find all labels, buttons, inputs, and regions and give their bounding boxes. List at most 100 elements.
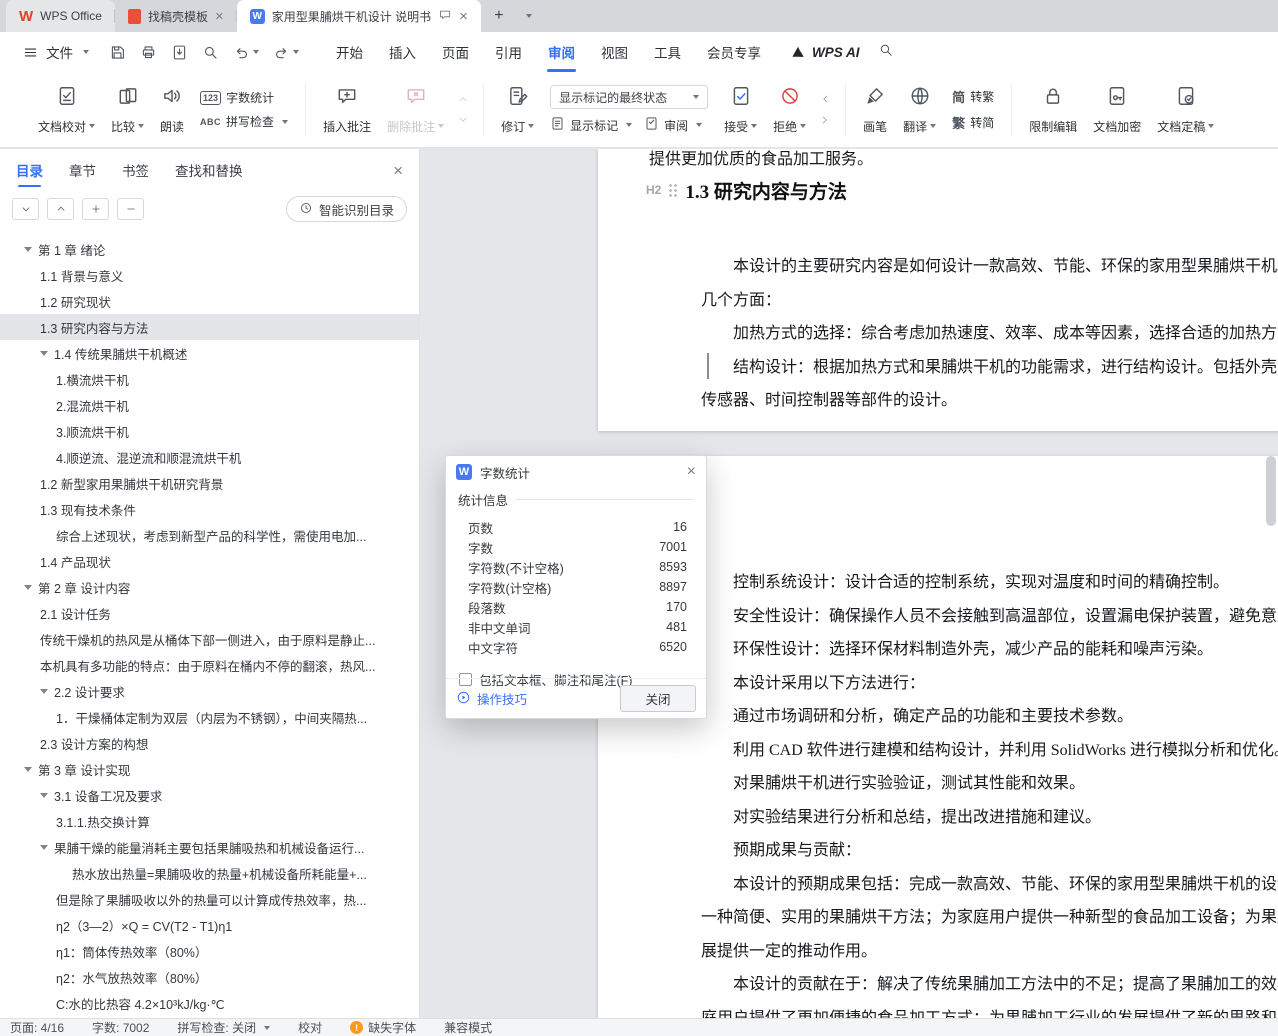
menu-item[interactable]: 工具 — [641, 32, 694, 72]
undo-button[interactable] — [233, 44, 259, 61]
outline-item[interactable]: 传统干燥机的热风是从桶体下部一侧进入，由于原料是静止... — [0, 626, 419, 652]
spell-check-button[interactable]: ABC 拼写检查 — [200, 113, 289, 130]
read-aloud-button[interactable]: 朗读 — [152, 81, 192, 139]
translate-button[interactable]: 翻译 — [895, 81, 944, 139]
collapse-triangle-icon[interactable] — [40, 793, 54, 798]
expand-all-button[interactable] — [82, 198, 109, 220]
markup-state-combobox[interactable]: 显示标记的最终状态 — [550, 85, 709, 109]
doc-proof-button[interactable]: 文档校对 — [30, 81, 103, 139]
show-markup-button[interactable]: 显示标记 — [550, 116, 633, 134]
prev-change-icon[interactable] — [816, 92, 834, 107]
new-tab-button[interactable]: + — [487, 4, 511, 28]
outline-item[interactable]: η1：筒体传热效率（80%） — [0, 938, 419, 964]
outline-item[interactable]: 1.2 新型家用果脯烘干机研究背景 — [0, 470, 419, 496]
sidebar-tab-toc[interactable]: 目录 — [16, 160, 43, 187]
outline-item[interactable]: 1.横流烘干机 — [0, 366, 419, 392]
collapse-all-button[interactable] — [117, 198, 144, 220]
outline-item[interactable]: 热水放出热量=果脯吸收的热量+机械设备所耗能量+... — [0, 860, 419, 886]
sidebar-tab-bookmarks[interactable]: 书签 — [122, 160, 149, 180]
outline-item[interactable]: 综合上述现状，考虑到新型产品的科学性，需使用电加... — [0, 522, 419, 548]
tab-list-button[interactable] — [519, 4, 537, 28]
tab-current-doc[interactable]: W 家用型果脯烘干机设计 说明书 × — [236, 0, 481, 32]
reject-change-button[interactable]: 拒绝 — [765, 81, 814, 139]
outline-item[interactable]: 3.顺流烘干机 — [0, 418, 419, 444]
word-count-button[interactable]: 123 字数统计 — [200, 89, 288, 106]
outline-item[interactable]: 2.3 设计方案的构想 — [0, 730, 419, 756]
search-icon[interactable] — [878, 42, 894, 63]
insert-comment-button[interactable]: 插入批注 — [315, 81, 379, 139]
outline-item[interactable]: 3.1.1.热交换计算 — [0, 808, 419, 834]
collapse-triangle-icon[interactable] — [40, 845, 54, 850]
document-page-1[interactable]: 提供更加优质的食品加工服务。 H2 1.3 研究内容与方法 本设计的主要研究内容… — [598, 149, 1278, 431]
tips-link[interactable]: 操作技巧 — [456, 689, 527, 708]
outline-item[interactable]: 第 1 章 绪论 — [0, 236, 419, 262]
outline-item[interactable]: 但是除了果脯吸收以外的热量可以计算成传热效率，热... — [0, 886, 419, 912]
outline-item[interactable]: 1．干燥桶体定制为双层（内层为不锈钢），中间夹隔热... — [0, 704, 419, 730]
outline-item[interactable]: 3.1 设备工况及要求 — [0, 782, 419, 808]
review-options-button[interactable]: 审阅 — [644, 116, 703, 134]
outline-item[interactable]: 第 3 章 设计实现 — [0, 756, 419, 782]
outline-item[interactable]: η2（3—2）×Q = CV(T2 - T1)η1 — [0, 912, 419, 938]
outline-item[interactable]: 1.3 研究内容与方法 — [0, 314, 419, 340]
page-indicator[interactable]: 页面: 4/16 — [10, 1019, 64, 1036]
outline-item[interactable]: 2.1 设计任务 — [0, 600, 419, 626]
redo-menu-caret[interactable] — [293, 50, 299, 54]
dialog-close-icon[interactable]: × — [687, 464, 696, 480]
collapse-triangle-icon[interactable] — [24, 247, 38, 252]
menu-item[interactable]: 引用 — [482, 32, 535, 72]
sidebar-close-icon[interactable]: × — [393, 162, 403, 179]
close-icon[interactable]: × — [215, 9, 224, 24]
tab-wps-home[interactable]: W WPS Office — [6, 0, 115, 32]
restrict-editing-button[interactable]: 限制编辑 — [1021, 81, 1085, 139]
vertical-scrollbar-thumb[interactable] — [1266, 456, 1276, 526]
missing-font-warning[interactable]: ! 缺失字体 — [350, 1019, 416, 1036]
sidebar-tab-chapters[interactable]: 章节 — [69, 160, 96, 180]
outline-item[interactable]: 1.1 背景与意义 — [0, 262, 419, 288]
outline-item[interactable]: 2.混流烘干机 — [0, 392, 419, 418]
wps-ai-button[interactable]: WPS AI — [790, 44, 860, 60]
compare-button[interactable]: 比较 — [103, 81, 152, 139]
tab-template-doc[interactable]: 找稿壳模板 × — [115, 0, 237, 32]
collapse-triangle-icon[interactable] — [24, 585, 38, 590]
redo-button[interactable] — [273, 44, 299, 61]
outline-item[interactable]: 1.2 研究现状 — [0, 288, 419, 314]
undo-menu-caret[interactable] — [253, 50, 259, 54]
next-change-icon[interactable] — [816, 113, 834, 128]
file-menu-button[interactable]: 文件 — [14, 42, 97, 62]
sidebar-tab-find-replace[interactable]: 查找和替换 — [175, 160, 243, 180]
dialog-title-bar[interactable]: W 字数统计 × — [446, 456, 706, 488]
menu-item[interactable]: 视图 — [588, 32, 641, 72]
menu-item[interactable]: 插入 — [376, 32, 429, 72]
outline-item[interactable]: 果脯干燥的能量消耗主要包括果脯吸热和机械设备运行... — [0, 834, 419, 860]
collapse-to-level-button[interactable] — [12, 198, 39, 220]
spell-check-status[interactable]: 拼写检查: 关闭 — [177, 1019, 271, 1036]
finalize-document-button[interactable]: 文档定稿 — [1149, 81, 1222, 139]
to-traditional-button[interactable]: 简 转繁 — [952, 87, 994, 106]
outline-item[interactable]: 2.2 设计要求 — [0, 678, 419, 704]
outline-item[interactable]: 4.顺逆流、混逆流和顺混流烘干机 — [0, 444, 419, 470]
print-button[interactable] — [140, 44, 157, 61]
menu-item[interactable]: 页面 — [429, 32, 482, 72]
word-count-indicator[interactable]: 字数: 7002 — [92, 1019, 149, 1036]
outline-item[interactable]: C:水的比热容 4.2×10³kJ/kg·℃ — [0, 990, 419, 1016]
ink-brush-button[interactable]: 画笔 — [855, 81, 895, 139]
expand-to-level-button[interactable] — [47, 198, 74, 220]
outline-item[interactable]: η2：水气放热效率（80%） — [0, 964, 419, 990]
accept-change-button[interactable]: 接受 — [716, 81, 765, 139]
outline-item[interactable]: 第 2 章 设计内容 — [0, 574, 419, 600]
encrypt-document-button[interactable]: 文档加密 — [1085, 81, 1149, 139]
collapse-triangle-icon[interactable] — [40, 351, 54, 356]
outline-item[interactable]: 本机具有多功能的特点：由于原料在桶内不停的翻滚，热风... — [0, 652, 419, 678]
menu-item[interactable]: 审阅 — [535, 32, 588, 72]
find-button[interactable] — [202, 44, 219, 61]
menu-item[interactable]: 会员专享 — [694, 32, 774, 72]
proofread-button[interactable]: 校对 — [298, 1019, 322, 1036]
smart-identify-toc-button[interactable]: 智能识别目录 — [285, 196, 407, 222]
collapse-triangle-icon[interactable] — [40, 689, 54, 694]
outline-item[interactable]: 1.3 现有技术条件 — [0, 496, 419, 522]
comment-bubble-icon[interactable] — [438, 8, 452, 25]
outline-item[interactable]: 1.4 传统果脯烘干机概述 — [0, 340, 419, 366]
track-changes-button[interactable]: 修订 — [493, 81, 542, 139]
menu-item[interactable]: 开始 — [323, 32, 376, 72]
outline-item[interactable]: 1.4 产品现状 — [0, 548, 419, 574]
